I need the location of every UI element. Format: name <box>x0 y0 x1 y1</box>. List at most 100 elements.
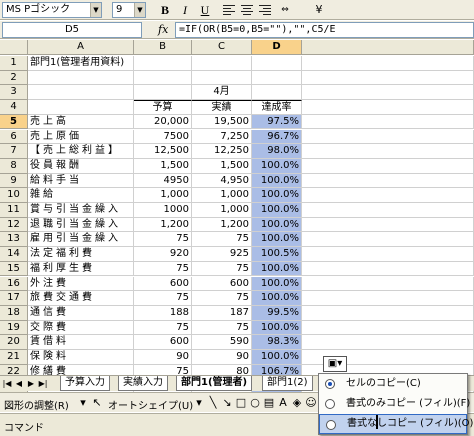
cell-a19[interactable]: 交際費 <box>28 320 134 336</box>
clipart-icon[interactable]: ☺ <box>304 396 318 410</box>
textbox-icon[interactable]: ▤ <box>262 396 276 410</box>
cell-e2[interactable] <box>302 70 474 86</box>
cell-e20[interactable] <box>302 335 474 350</box>
cell-e1[interactable] <box>302 56 474 71</box>
paste-options-button[interactable]: ▣▾ <box>323 356 347 372</box>
cell-d11[interactable]: 100.0% <box>252 203 302 218</box>
cell-a20[interactable]: 賃借料 <box>28 335 134 350</box>
cell-c12[interactable]: 1,200 <box>192 217 252 233</box>
cell-d9[interactable]: 100.0% <box>252 173 302 189</box>
cell-c21[interactable]: 90 <box>192 350 252 365</box>
cell-b14[interactable]: 920 <box>134 247 192 262</box>
cell-a9[interactable]: 給料手当 <box>28 173 134 189</box>
row-header[interactable]: 18 <box>0 305 28 321</box>
cell-d1[interactable] <box>252 56 302 71</box>
cell-c19[interactable]: 75 <box>192 320 252 336</box>
cell-a15[interactable]: 福利厚生費 <box>28 261 134 277</box>
row-header[interactable]: 6 <box>0 129 28 145</box>
draw-menu-button[interactable]: 図形の調整(R) <box>4 397 69 412</box>
cell-a12[interactable]: 退職引当金繰入 <box>28 217 134 233</box>
rectangle-icon[interactable]: □ <box>234 396 248 410</box>
cell-c20[interactable]: 590 <box>192 335 252 350</box>
cell-d8[interactable]: 100.0% <box>252 158 302 174</box>
row-header[interactable]: 20 <box>0 335 28 350</box>
name-box[interactable]: D5 <box>2 22 142 38</box>
row-header[interactable]: 7 <box>0 144 28 159</box>
align-center-icon[interactable] <box>240 3 254 17</box>
cell-b6[interactable]: 7500 <box>134 129 192 145</box>
cell-e5[interactable] <box>302 114 474 130</box>
row-header[interactable]: 3 <box>0 85 28 101</box>
cell-d5[interactable]: 97.5% <box>252 114 302 130</box>
cell-a14[interactable]: 法定福利費 <box>28 247 134 262</box>
row-header[interactable]: 17 <box>0 291 28 306</box>
cell-d18[interactable]: 99.5% <box>252 305 302 321</box>
cell-d10[interactable]: 100.0% <box>252 188 302 203</box>
cell-e14[interactable] <box>302 247 474 262</box>
cell-b10[interactable]: 1,000 <box>134 188 192 203</box>
prev-sheet-icon[interactable]: ◀ <box>14 378 24 390</box>
cell-d3[interactable] <box>252 85 302 101</box>
cell-c5[interactable]: 19,500 <box>192 114 252 130</box>
row-header[interactable]: 11 <box>0 203 28 218</box>
row-header[interactable]: 12 <box>0 217 28 233</box>
cell-a10[interactable]: 雑給 <box>28 188 134 203</box>
row-header[interactable]: 16 <box>0 276 28 292</box>
line-icon[interactable]: ╲ <box>206 396 220 410</box>
cell-d13[interactable]: 100.0% <box>252 232 302 248</box>
cell-b13[interactable]: 75 <box>134 232 192 248</box>
cell-a5[interactable]: 売上高 <box>28 114 134 130</box>
row-header[interactable]: 1 <box>0 56 28 71</box>
cell-c10[interactable]: 1,000 <box>192 188 252 203</box>
next-sheet-icon[interactable]: ▶ <box>26 378 36 390</box>
cell-e15[interactable] <box>302 261 474 277</box>
row-header[interactable]: 15 <box>0 261 28 277</box>
arrow-icon[interactable]: ↘ <box>220 396 234 410</box>
cell-c13[interactable]: 75 <box>192 232 252 248</box>
select-all-corner[interactable] <box>0 40 28 55</box>
cell-c1[interactable] <box>192 56 252 71</box>
cell-a6[interactable]: 売上原価 <box>28 129 134 145</box>
cell-c2[interactable] <box>192 70 252 86</box>
cell-b16[interactable]: 600 <box>134 276 192 292</box>
cell-a16[interactable]: 外注費 <box>28 276 134 292</box>
bold-icon[interactable]: B <box>156 2 174 18</box>
paste-option-formats-only[interactable]: 書式のみコピー (フィル)(F) <box>319 394 470 414</box>
cell-e18[interactable] <box>302 305 474 321</box>
sheet-tab-dept1-2[interactable]: 部門1(2) <box>262 376 313 391</box>
cell-c18[interactable]: 187 <box>192 305 252 321</box>
cell-b21[interactable]: 90 <box>134 350 192 365</box>
cell-b8[interactable]: 1,500 <box>134 158 192 174</box>
cell-b18[interactable]: 188 <box>134 305 192 321</box>
cell-b9[interactable]: 4950 <box>134 173 192 189</box>
merge-center-icon[interactable]: ⇔ <box>276 2 294 18</box>
column-header-d[interactable]: D <box>252 40 302 55</box>
underline-icon[interactable]: U <box>196 2 214 18</box>
cell-b20[interactable]: 600 <box>134 335 192 350</box>
chevron-down-icon[interactable]: ▼ <box>90 3 101 17</box>
cell-b1[interactable] <box>134 56 192 71</box>
cell-b11[interactable]: 1000 <box>134 203 192 218</box>
cell-e7[interactable] <box>302 144 474 159</box>
paste-option-copy-cells[interactable]: セルのコピー(C) <box>319 374 467 394</box>
row-header[interactable]: 14 <box>0 247 28 262</box>
align-right-icon[interactable] <box>258 3 272 17</box>
cell-c17[interactable]: 75 <box>192 291 252 306</box>
cell-b15[interactable]: 75 <box>134 261 192 277</box>
cell-a7[interactable]: 【売上総利益】 <box>28 144 134 159</box>
cell-e10[interactable] <box>302 188 474 203</box>
cell-d17[interactable]: 100.0% <box>252 291 302 306</box>
cell-c16[interactable]: 600 <box>192 276 252 292</box>
row-header[interactable]: 2 <box>0 70 28 86</box>
cell-b2[interactable] <box>134 70 192 86</box>
cell-e6[interactable] <box>302 129 474 145</box>
first-sheet-icon[interactable]: |◀ <box>2 378 12 390</box>
column-header-b[interactable]: B <box>134 40 192 55</box>
cell-b19[interactable]: 75 <box>134 320 192 336</box>
autoshape-menu-button[interactable]: オートシェイプ(U) <box>108 397 193 412</box>
font-size-dropdown[interactable]: 9 ▼ <box>112 2 146 18</box>
row-header[interactable]: 4 <box>0 100 28 115</box>
cell-d4[interactable]: 達成率 <box>252 100 302 115</box>
cell-c3[interactable]: 4月 <box>192 85 252 101</box>
cell-d12[interactable]: 100.0% <box>252 217 302 233</box>
